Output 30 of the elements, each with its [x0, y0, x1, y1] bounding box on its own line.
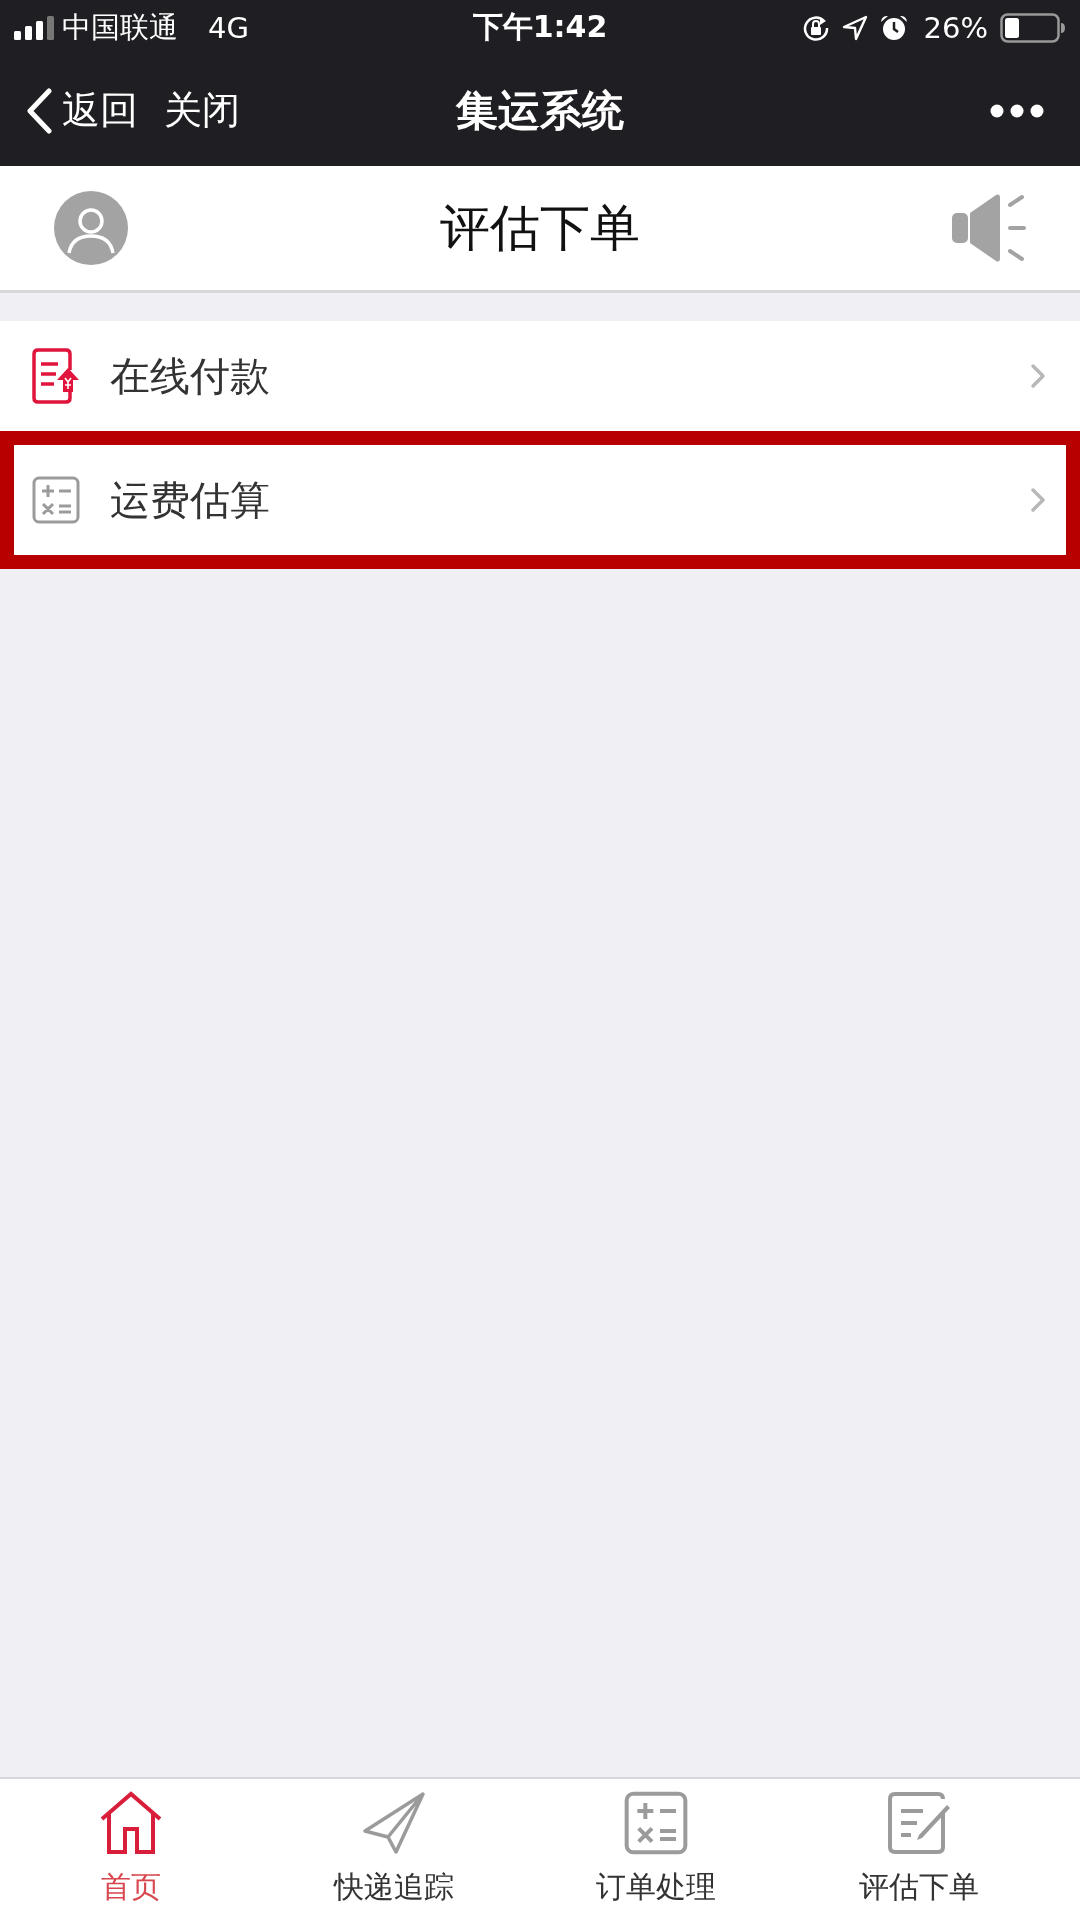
- calculator-icon: [32, 476, 80, 524]
- close-button[interactable]: 关闭: [164, 85, 240, 136]
- menu-item[interactable]: 在线付款: [0, 321, 1080, 431]
- status-time: 下午1:42: [472, 8, 608, 46]
- page-title: 评估下单: [440, 197, 640, 259]
- network-type: 4G: [208, 10, 249, 45]
- battery-percent: 26%: [923, 10, 988, 45]
- battery-icon: [1000, 12, 1066, 43]
- more-icon[interactable]: [990, 103, 1044, 118]
- home-icon: [99, 1791, 164, 1855]
- location-arrow-icon: [841, 14, 868, 41]
- tab[interactable]: 评估下单: [787, 1779, 1050, 1920]
- tab[interactable]: 快递追踪: [262, 1779, 525, 1920]
- menu-item[interactable]: 运费估算: [0, 431, 1080, 569]
- tab[interactable]: 首页: [0, 1779, 263, 1920]
- paper-plane-icon: [361, 1791, 426, 1855]
- chevron-left-icon: [26, 87, 52, 134]
- app-title: 集运系统: [456, 84, 624, 137]
- rotation-lock-icon: [801, 13, 830, 42]
- edit-form-icon: [886, 1791, 951, 1855]
- signal-icon: [14, 15, 54, 40]
- chevron-right-icon: [1030, 363, 1046, 389]
- avatar-icon[interactable]: [54, 191, 128, 265]
- carrier-name: 中国联通: [62, 8, 178, 46]
- alarm-clock-icon: [879, 13, 908, 42]
- tab[interactable]: 订单处理: [525, 1779, 788, 1920]
- document-upload-icon: [32, 348, 80, 404]
- calculator-icon: [624, 1791, 689, 1855]
- chevron-right-icon: [1030, 487, 1046, 513]
- back-button[interactable]: 返回: [26, 85, 138, 136]
